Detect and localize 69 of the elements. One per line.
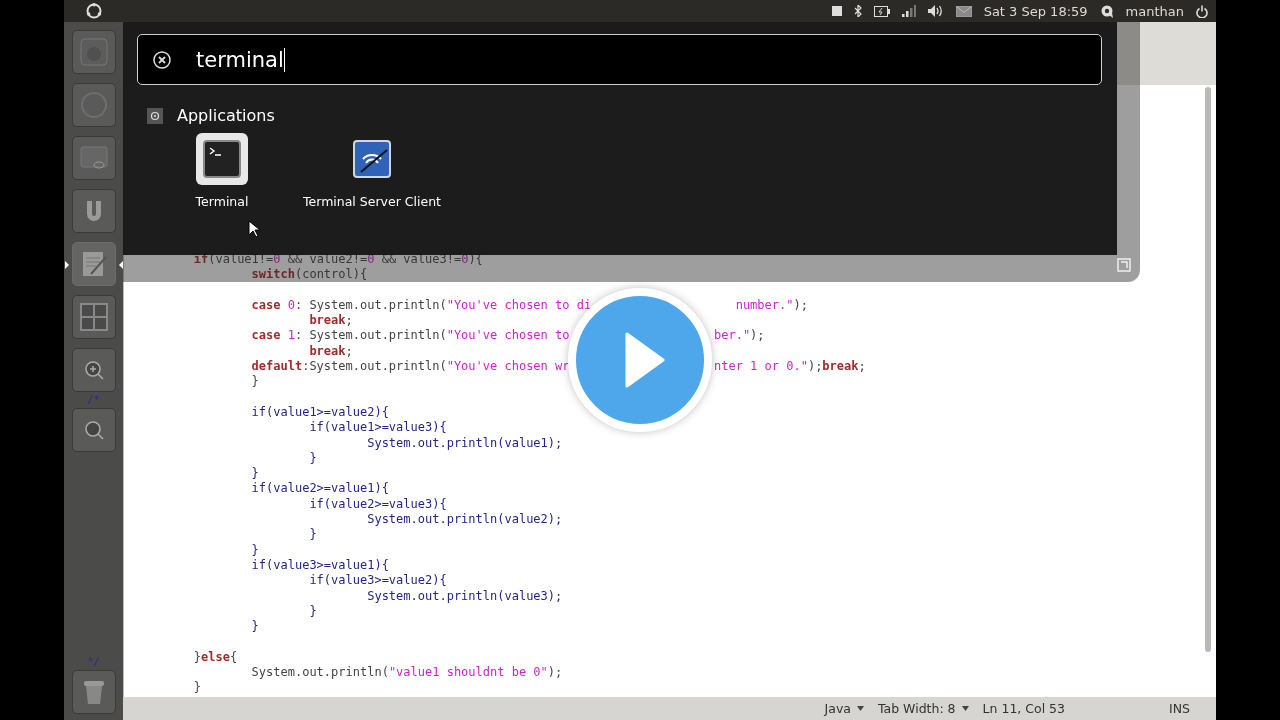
code-line: }	[308, 450, 317, 467]
launcher-button[interactable]	[71, 30, 116, 74]
launcher-button[interactable]	[71, 348, 116, 392]
code-line: break;	[308, 313, 353, 329]
active-pip-icon	[64, 261, 69, 269]
scrollbar[interactable]	[1204, 87, 1212, 652]
comment-mark-text: /*	[87, 396, 100, 404]
search-field[interactable]: terminal	[137, 34, 1102, 85]
code-line: }	[308, 603, 317, 620]
user-name[interactable]: manthan	[1125, 3, 1184, 19]
code-line: }	[250, 619, 259, 635]
zoom-in-icon	[82, 359, 105, 381]
code-line: }	[308, 527, 317, 543]
circle-logo-icon	[85, 3, 102, 19]
app-result[interactable]: Terminal Server Client	[297, 133, 447, 209]
launcher-button[interactable]	[71, 189, 116, 233]
code-line: }	[192, 680, 202, 696]
speaker-icon	[927, 5, 944, 17]
launcher-button[interactable]	[71, 670, 116, 714]
code-line: if(value2>=value3){	[308, 496, 447, 513]
code-line: }else{	[192, 649, 238, 665]
monitor-wifi-icon	[353, 140, 391, 178]
clear-icon	[153, 50, 171, 69]
code-line: System.out.println(value1);	[366, 435, 563, 451]
code-line: if(value1>=value2){	[250, 404, 389, 421]
launcher-button[interactable]	[71, 83, 116, 127]
battery-icon	[873, 5, 890, 17]
code-line: if(value3>=value1){	[250, 557, 389, 574]
stop-square-icon	[831, 6, 842, 16]
cursor-icon	[248, 220, 260, 238]
code-line: default:System.out.println("You've chosen wr nter 1 or 0.");break;	[250, 359, 866, 375]
code-line: }	[250, 466, 259, 482]
category-heading: Applications	[177, 106, 275, 125]
caret-icon	[961, 706, 969, 711]
code-line: if(value1!=0 && value2!=0 && value3!=0){	[192, 252, 483, 268]
code-line: System.out.println(value2);	[366, 512, 563, 528]
launcher-button[interactable]	[71, 408, 116, 452]
code-line: case 1: System.out.println("You've chosen to ber.");	[250, 328, 765, 344]
code-line: if(value3>=value2){	[308, 573, 447, 589]
caret-icon	[856, 706, 864, 711]
app-result[interactable]: Terminal	[147, 133, 297, 209]
code-line: case 0: System.out.println("You've chosen to di number.");	[250, 297, 808, 314]
language-dropdown[interactable]: Java	[824, 701, 864, 716]
code-line: if(value1>=value3){	[308, 420, 447, 436]
comment-mark-text: */	[87, 658, 100, 666]
code-line: System.out.println("value1 shouldnt be 0");	[250, 665, 563, 681]
insert-mode-text: INS	[1169, 701, 1190, 716]
code-line: }	[250, 374, 259, 390]
code-line: if(value2>=value1){	[250, 481, 389, 497]
chat-bubble-icon	[1099, 4, 1114, 18]
code-line: System.out.println(value3);	[366, 588, 563, 604]
resize-corner-icon[interactable]	[1117, 258, 1131, 272]
code-line: break;	[308, 343, 353, 360]
clock-text[interactable]: Sat 3 Sep 18:59	[983, 3, 1088, 19]
terminal-icon	[203, 140, 241, 178]
play-icon	[625, 332, 665, 388]
power-icon	[1196, 4, 1208, 18]
search-icon	[82, 419, 105, 441]
bluetooth-icon	[853, 5, 862, 17]
grid-icon	[78, 302, 109, 332]
launcher-button[interactable]	[71, 136, 116, 180]
tab-width-dropdown[interactable]: Tab Width: 8	[877, 701, 969, 716]
envelope-icon	[955, 5, 972, 17]
launcher-button[interactable]	[71, 295, 116, 339]
signal-bars-icon	[901, 5, 916, 17]
square-icon	[78, 37, 109, 67]
code-line: switch(control){	[250, 267, 368, 283]
code-line: }	[250, 542, 259, 558]
cursor-position-text: Ln 11, Col 53	[982, 701, 1065, 716]
